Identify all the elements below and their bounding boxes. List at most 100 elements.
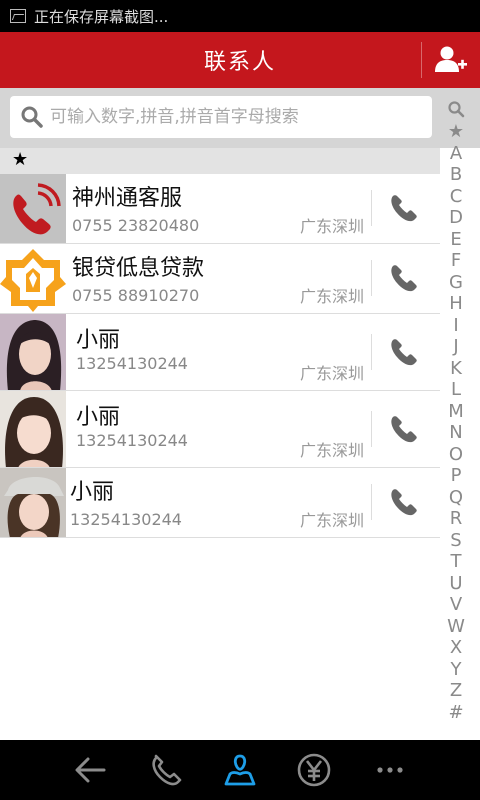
loan-logo-icon bbox=[0, 244, 66, 313]
call-button[interactable] bbox=[386, 192, 420, 226]
row-divider bbox=[371, 411, 372, 447]
avatar bbox=[0, 244, 66, 313]
contact-row[interactable]: 小丽 13254130244 广东深圳 bbox=[0, 314, 440, 391]
contact-phone: 0755 23820480 bbox=[72, 216, 200, 235]
index-letter[interactable]: S bbox=[450, 530, 461, 552]
contact-location: 广东深圳 bbox=[299, 217, 364, 236]
search-icon bbox=[21, 106, 43, 128]
search-input[interactable] bbox=[50, 107, 420, 127]
index-letter[interactable]: E bbox=[450, 229, 461, 251]
profile-photo bbox=[0, 391, 66, 467]
contact-phone: 0755 88910270 bbox=[72, 286, 200, 305]
index-letter[interactable]: B bbox=[450, 164, 462, 186]
row-divider bbox=[371, 260, 372, 296]
contacts-button[interactable] bbox=[220, 752, 260, 788]
index-letter[interactable]: Y bbox=[451, 659, 462, 681]
contact-location: 广东深圳 bbox=[299, 441, 364, 460]
index-letter[interactable]: P bbox=[451, 465, 462, 487]
appbar-divider bbox=[421, 42, 422, 78]
contact-phone: 13254130244 bbox=[76, 354, 188, 373]
section-label: ★ bbox=[12, 149, 29, 170]
index-letter[interactable]: G bbox=[449, 272, 463, 294]
bottom-nav bbox=[0, 740, 480, 800]
yen-button[interactable] bbox=[294, 752, 334, 788]
more-icon bbox=[377, 767, 403, 773]
call-button[interactable] bbox=[386, 413, 420, 447]
search-box[interactable] bbox=[10, 96, 432, 138]
contact-row[interactable]: 小丽 13254130244 广东深圳 bbox=[0, 391, 440, 468]
index-letter[interactable]: Q bbox=[449, 487, 463, 509]
index-letter[interactable]: K bbox=[450, 358, 462, 380]
phone-icon bbox=[391, 416, 417, 443]
section-header: ★ bbox=[0, 148, 440, 174]
avatar bbox=[0, 391, 66, 467]
phone-icon bbox=[391, 195, 417, 222]
page-title: 联系人 bbox=[203, 50, 276, 75]
profile-photo bbox=[0, 468, 66, 537]
index-letter[interactable]: X bbox=[450, 637, 462, 659]
contact-name: 小丽 bbox=[70, 480, 115, 505]
avatar bbox=[0, 174, 66, 243]
profile-photo bbox=[0, 314, 66, 390]
index-letter[interactable]: A bbox=[450, 143, 462, 165]
index-letter[interactable]: Z bbox=[450, 680, 462, 702]
contact-name: 小丽 bbox=[76, 328, 121, 353]
index-letter[interactable]: M bbox=[448, 401, 464, 423]
more-button[interactable] bbox=[370, 752, 410, 788]
search-bar bbox=[0, 88, 480, 148]
contact-phone: 13254130244 bbox=[76, 431, 188, 450]
call-button[interactable] bbox=[386, 262, 420, 296]
contacts-icon bbox=[224, 754, 256, 786]
back-icon bbox=[75, 757, 106, 783]
index-letter[interactable]: # bbox=[448, 702, 463, 724]
contact-name: 神州通客服 bbox=[72, 186, 183, 211]
status-text: 正在保存屏幕截图... bbox=[34, 7, 169, 26]
row-divider bbox=[371, 484, 372, 520]
index-letter[interactable]: W bbox=[447, 616, 465, 638]
index-search-icon[interactable] bbox=[447, 100, 465, 118]
screenshot-icon bbox=[10, 9, 26, 23]
index-letter[interactable]: V bbox=[450, 594, 462, 616]
index-letter[interactable]: F bbox=[451, 250, 461, 272]
contact-name: 小丽 bbox=[76, 405, 121, 430]
contact-name: 银贷低息贷款 bbox=[72, 256, 205, 281]
dialer-icon bbox=[152, 754, 182, 786]
index-letter[interactable]: T bbox=[451, 551, 462, 573]
contact-row[interactable]: 小丽 13254130244 广东深圳 bbox=[0, 468, 440, 538]
call-button[interactable] bbox=[386, 486, 420, 520]
index-letter[interactable]: C bbox=[450, 186, 463, 208]
dialer-button[interactable] bbox=[146, 752, 186, 788]
avatar bbox=[0, 314, 66, 390]
index-letter[interactable]: R bbox=[450, 508, 463, 530]
contact-row[interactable]: 银贷低息贷款 0755 88910270 广东深圳 bbox=[0, 244, 440, 314]
call-button[interactable] bbox=[386, 336, 420, 370]
row-divider bbox=[371, 334, 372, 370]
contact-location: 广东深圳 bbox=[299, 364, 364, 383]
alphabet-index[interactable]: ★ A B C D E F G H I J K L M N O P Q R S … bbox=[440, 100, 472, 730]
index-letter[interactable]: H bbox=[449, 293, 463, 315]
row-divider bbox=[371, 190, 372, 226]
index-letter[interactable]: I bbox=[453, 315, 458, 337]
index-letter[interactable]: N bbox=[449, 422, 462, 444]
index-letter[interactable]: U bbox=[449, 573, 462, 595]
status-bar: 正在保存屏幕截图... bbox=[0, 0, 480, 32]
add-contact-button[interactable] bbox=[434, 44, 468, 76]
contact-location: 广东深圳 bbox=[299, 511, 364, 530]
back-button[interactable] bbox=[70, 752, 110, 788]
avatar bbox=[0, 468, 66, 537]
phone-icon bbox=[391, 339, 417, 366]
phone-icon bbox=[391, 265, 417, 292]
contact-row[interactable]: 神州通客服 0755 23820480 广东深圳 bbox=[0, 174, 440, 244]
add-contact-icon bbox=[435, 46, 467, 72]
index-letter[interactable]: J bbox=[453, 336, 458, 358]
index-letter[interactable]: D bbox=[449, 207, 463, 229]
index-letter[interactable]: O bbox=[449, 444, 463, 466]
yen-icon bbox=[297, 753, 331, 787]
contact-location: 广东深圳 bbox=[299, 287, 364, 306]
app-bar: 联系人 bbox=[0, 32, 480, 88]
index-letter[interactable]: ★ bbox=[448, 121, 464, 143]
index-letter[interactable]: L bbox=[451, 379, 461, 401]
phone-icon bbox=[391, 489, 417, 516]
customer-service-phone-icon bbox=[0, 174, 66, 243]
contact-list: 神州通客服 0755 23820480 广东深圳 银贷低息贷款 0755 889… bbox=[0, 174, 440, 538]
